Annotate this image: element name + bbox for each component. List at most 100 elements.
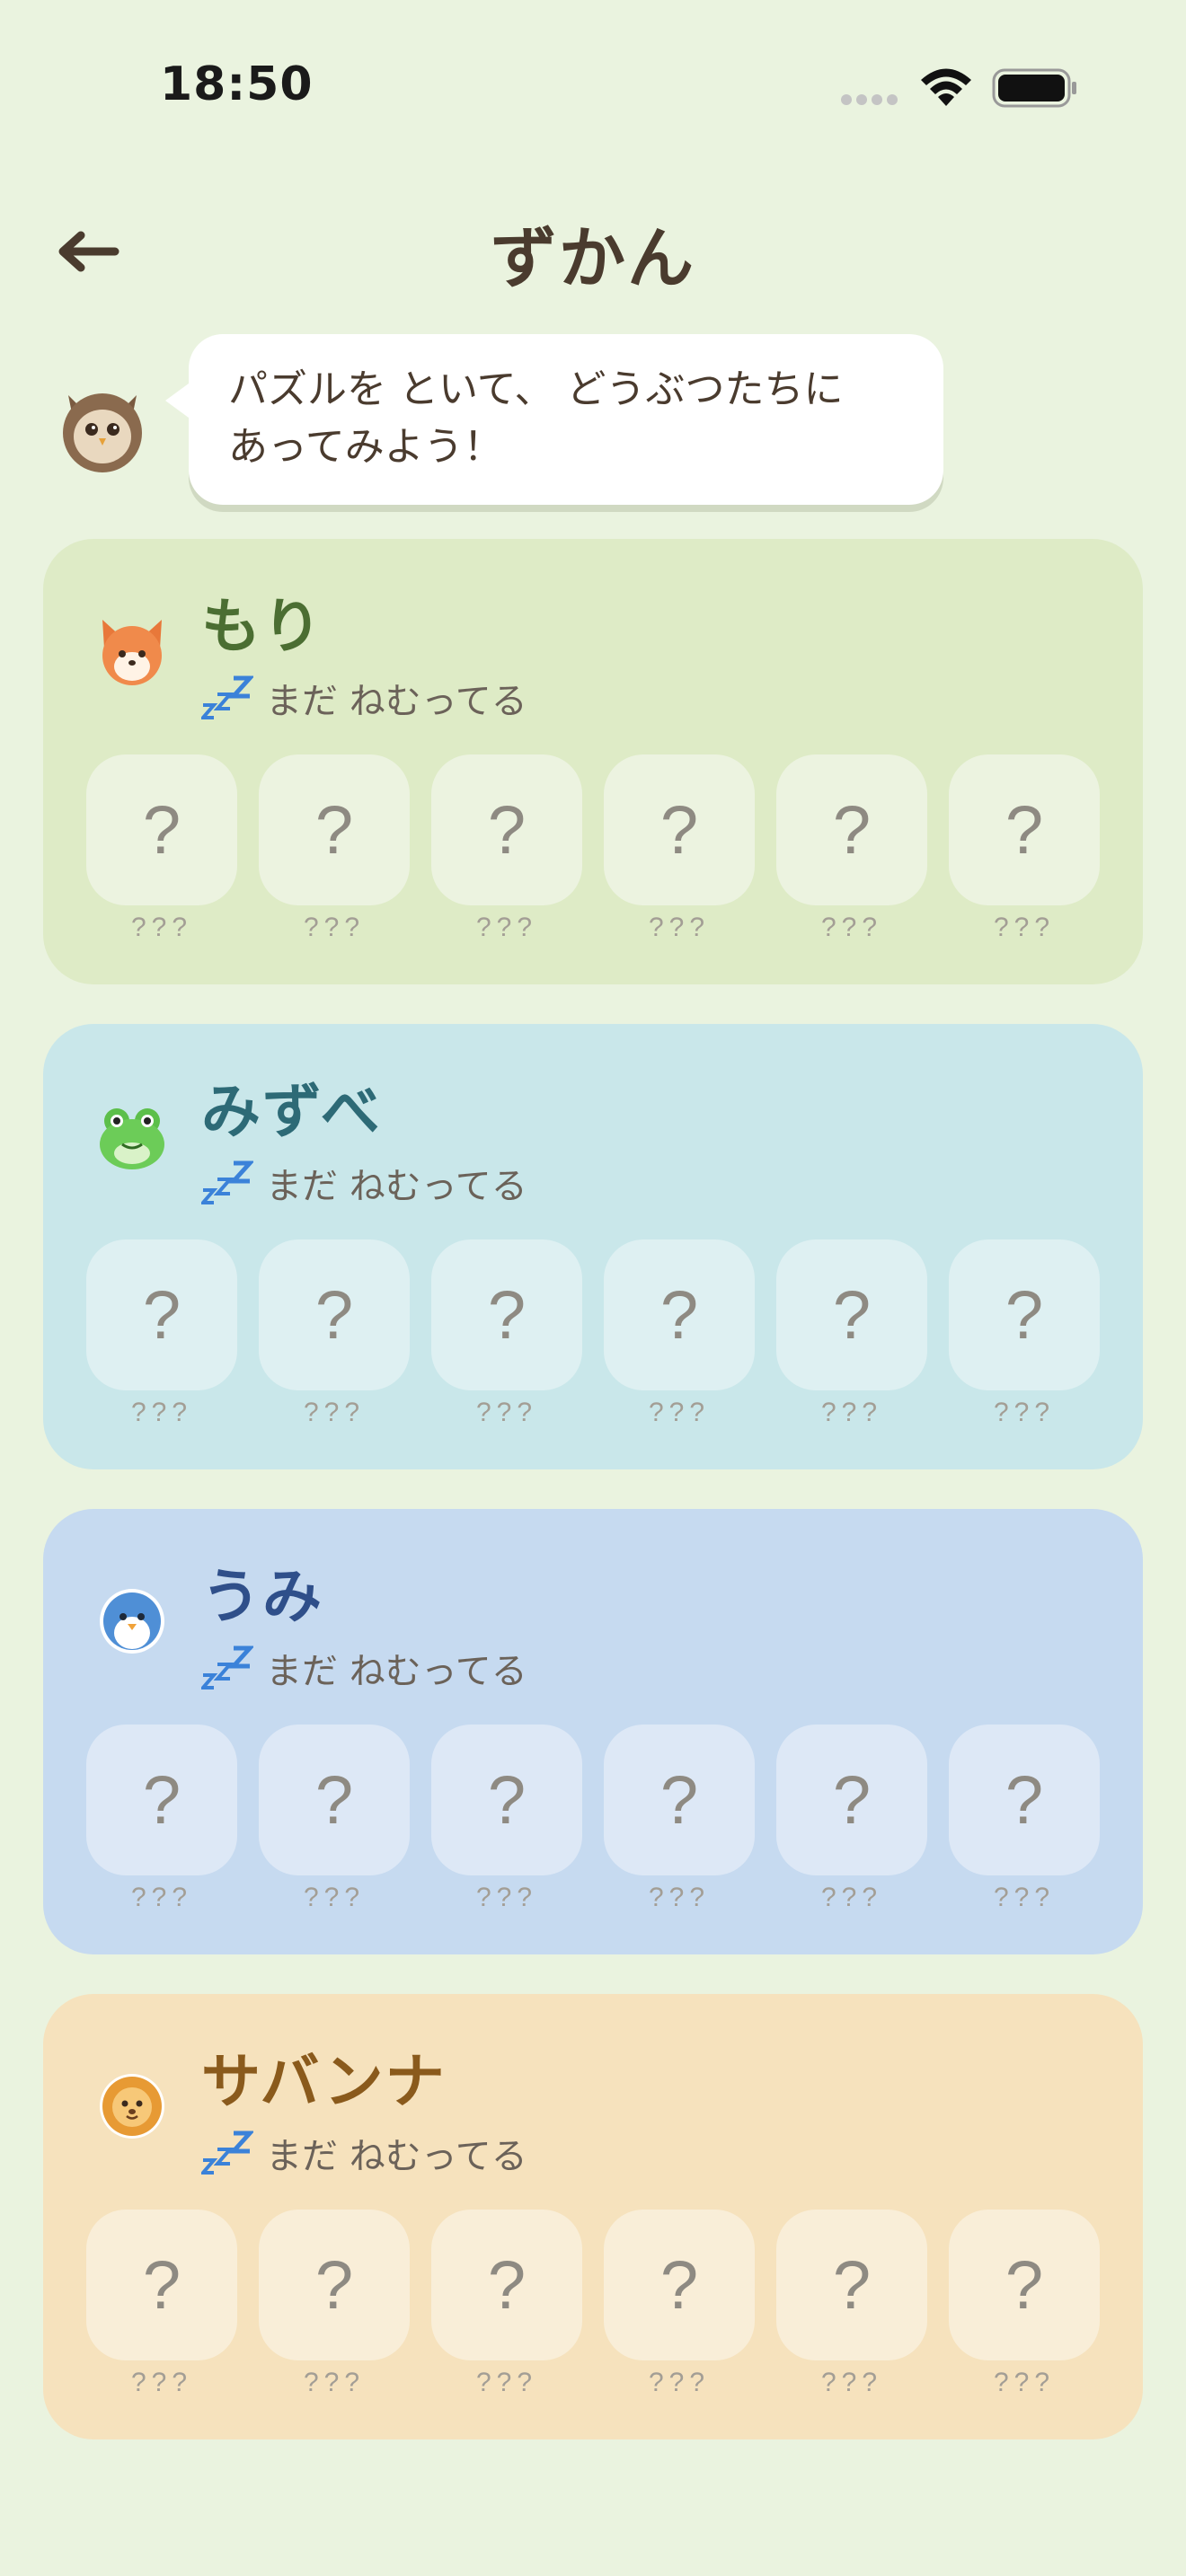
section-status-text: まだ ねむってる xyxy=(266,681,527,722)
section-status: まだ ねむってる xyxy=(201,1642,527,1694)
question-mark: ? xyxy=(431,754,582,905)
section-savanna: サバンナ まだ ねむってる ???? ???? ???? ???? ???? ?… xyxy=(43,1994,1143,2439)
animal-tile-locked[interactable]: ???? xyxy=(776,1725,927,1913)
tile-label: ??? xyxy=(303,913,366,942)
question-mark: ? xyxy=(86,754,237,905)
tile-label: ??? xyxy=(993,913,1056,942)
animal-tile-locked[interactable]: ???? xyxy=(604,1239,755,1428)
section-status-text: まだ ねむってる xyxy=(266,1166,527,1207)
question-mark: ? xyxy=(604,2210,755,2360)
guide-speech-bubble: パズルを といて、 どうぶつたちに あってみよう！ xyxy=(165,334,943,505)
tile-label: ??? xyxy=(820,2368,883,2397)
question-mark: ? xyxy=(86,2210,237,2360)
question-mark: ? xyxy=(431,2210,582,2360)
zzz-sleep-icon xyxy=(201,1160,253,1204)
tile-label: ??? xyxy=(820,1398,883,1427)
section-title: もり xyxy=(201,592,323,661)
animal-tile-locked[interactable]: ???? xyxy=(776,1239,927,1428)
animal-tile-locked[interactable]: ???? xyxy=(86,754,237,943)
section-status: まだ ねむってる xyxy=(201,672,527,724)
question-mark: ? xyxy=(604,1239,755,1390)
tile-label: ??? xyxy=(475,913,538,942)
question-mark: ? xyxy=(259,1239,410,1390)
question-mark: ? xyxy=(604,754,755,905)
tile-label: ??? xyxy=(648,1398,711,1427)
fox-icon xyxy=(102,620,162,685)
owl-icon xyxy=(63,393,142,472)
question-mark: ? xyxy=(259,754,410,905)
penguin-icon xyxy=(100,1589,164,1654)
question-mark: ? xyxy=(776,754,927,905)
battery-icon xyxy=(992,68,1076,108)
animal-tile-locked[interactable]: ???? xyxy=(949,1725,1100,1913)
zzz-sleep-icon xyxy=(201,2130,253,2175)
tile-label: ??? xyxy=(648,2368,711,2397)
question-mark: ? xyxy=(259,1725,410,1875)
cellular-signal-icon xyxy=(841,94,898,105)
tile-label: ??? xyxy=(130,913,193,942)
animal-tile-locked[interactable]: ???? xyxy=(604,2210,755,2398)
animal-tile-locked[interactable]: ???? xyxy=(949,754,1100,943)
animal-tile-locked[interactable]: ???? xyxy=(949,2210,1100,2398)
zzz-sleep-icon xyxy=(201,1645,253,1689)
section-status: まだ ねむってる xyxy=(201,2127,527,2179)
animal-tile-locked[interactable]: ???? xyxy=(776,754,927,943)
question-mark: ? xyxy=(776,1725,927,1875)
tile-label: ??? xyxy=(303,1398,366,1427)
animal-tile-locked[interactable]: ???? xyxy=(259,754,410,943)
animal-tile-locked[interactable]: ???? xyxy=(604,1725,755,1913)
tile-label: ??? xyxy=(648,1883,711,1912)
question-mark: ? xyxy=(949,754,1100,905)
lion-icon xyxy=(100,2074,164,2139)
tile-label: ??? xyxy=(130,1883,193,1912)
tile-label: ??? xyxy=(993,1883,1056,1912)
animal-tile-locked[interactable]: ???? xyxy=(431,2210,582,2398)
tile-label: ??? xyxy=(648,913,711,942)
tile-label: ??? xyxy=(475,1883,538,1912)
animal-tile-locked[interactable]: ???? xyxy=(604,754,755,943)
tile-label: ??? xyxy=(993,1398,1056,1427)
tile-row: ???? ???? ???? ???? ???? ???? xyxy=(86,1239,1100,1428)
question-mark: ? xyxy=(604,1725,755,1875)
tile-row: ???? ???? ???? ???? ???? ???? xyxy=(86,754,1100,943)
animal-tile-locked[interactable]: ???? xyxy=(86,1725,237,1913)
animal-tile-locked[interactable]: ???? xyxy=(259,1239,410,1428)
section-status: まだ ねむってる xyxy=(201,1157,527,1209)
question-mark: ? xyxy=(431,1239,582,1390)
animal-tile-locked[interactable]: ???? xyxy=(259,1725,410,1913)
animal-tile-locked[interactable]: ???? xyxy=(431,1239,582,1428)
tile-label: ??? xyxy=(303,2368,366,2397)
tile-label: ??? xyxy=(820,913,883,942)
animal-tile-locked[interactable]: ???? xyxy=(431,754,582,943)
animal-tile-locked[interactable]: ???? xyxy=(949,1239,1100,1428)
status-bar: 18:50 xyxy=(0,0,1186,171)
tile-label: ??? xyxy=(303,1883,366,1912)
section-umi: うみ まだ ねむってる ???? ???? ???? ???? ???? ???… xyxy=(43,1509,1143,1954)
tile-label: ??? xyxy=(475,2368,538,2397)
tile-label: ??? xyxy=(130,2368,193,2397)
animal-tile-locked[interactable]: ???? xyxy=(86,1239,237,1428)
animal-tile-locked[interactable]: ???? xyxy=(776,2210,927,2398)
question-mark: ? xyxy=(776,2210,927,2360)
question-mark: ? xyxy=(949,1725,1100,1875)
tile-row: ???? ???? ???? ???? ???? ???? xyxy=(86,1725,1100,1913)
question-mark: ? xyxy=(949,2210,1100,2360)
frog-icon xyxy=(100,1108,164,1169)
animal-tile-locked[interactable]: ???? xyxy=(259,2210,410,2398)
section-title: サバンナ xyxy=(201,2047,447,2116)
section-title: うみ xyxy=(201,1562,323,1631)
guide-text-line-2: あってみよう！ xyxy=(228,424,503,470)
question-mark: ? xyxy=(776,1239,927,1390)
question-mark: ? xyxy=(259,2210,410,2360)
section-mori: もり まだ ねむってる ???? ???? ???? ???? ???? ???… xyxy=(43,539,1143,984)
status-time: 18:50 xyxy=(160,57,314,111)
animal-tile-locked[interactable]: ???? xyxy=(431,1725,582,1913)
tile-row: ???? ???? ???? ???? ???? ???? xyxy=(86,2210,1100,2398)
animal-tile-locked[interactable]: ???? xyxy=(86,2210,237,2398)
tile-label: ??? xyxy=(130,1398,193,1427)
section-status-text: まだ ねむってる xyxy=(266,1651,527,1692)
tile-label: ??? xyxy=(475,1398,538,1427)
guide-text-line-1: パズルを といて、 どうぶつたちに xyxy=(228,366,844,412)
question-mark: ? xyxy=(86,1239,237,1390)
section-mizube: みずべ まだ ねむってる ???? ???? ???? ???? ???? ??… xyxy=(43,1024,1143,1469)
